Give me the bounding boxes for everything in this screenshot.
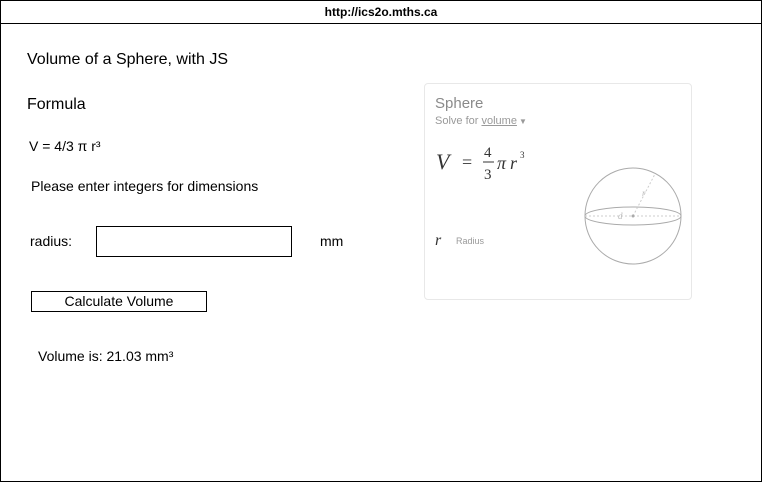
- volume-formula: V = 4 3 π r 3: [436, 145, 525, 183]
- solve-for-dropdown[interactable]: volume: [481, 115, 516, 127]
- calculate-volume-button[interactable]: Calculate Volume: [31, 291, 207, 312]
- radius-diagram-label: r: [642, 188, 646, 198]
- sphere-diagram: r d: [584, 167, 682, 265]
- formula-pi: π: [497, 153, 507, 173]
- result-text: Volume is: 21.03 mm³: [38, 348, 174, 364]
- formula-exponent: 3: [520, 150, 525, 160]
- card-title: Sphere: [435, 95, 484, 112]
- radius-label: radius:: [30, 233, 73, 249]
- formula-lhs: V: [436, 149, 452, 174]
- formula-var: r: [510, 153, 518, 173]
- formula-text: V = 4/3 π r³: [29, 138, 101, 154]
- formula-numerator: 4: [484, 145, 492, 161]
- solve-for-label: Solve for: [435, 115, 479, 127]
- unit-label: mm: [320, 233, 344, 249]
- chevron-down-icon[interactable]: ▼: [519, 117, 527, 126]
- center-point: [631, 214, 635, 218]
- formula-denominator: 3: [484, 167, 492, 183]
- formula-heading: Formula: [27, 96, 86, 113]
- card-subtitle: Solve for volume ▼: [435, 115, 527, 127]
- radius-input[interactable]: [96, 226, 292, 257]
- address-bar[interactable]: http://ics2o.mths.ca: [1, 1, 761, 24]
- instruction-text: Please enter integers for dimensions: [31, 178, 259, 194]
- variable-description: Radius: [456, 236, 485, 246]
- formula-equals: =: [462, 152, 472, 172]
- page-title: Volume of a Sphere, with JS: [27, 51, 228, 68]
- diameter-diagram-label: d: [618, 211, 623, 221]
- variable-symbol: r: [435, 232, 442, 249]
- browser-window: http://ics2o.mths.ca Volume of a Sphere,…: [0, 0, 762, 482]
- sphere-formula-card: Sphere Solve for volume ▼ V = 4 3 π r 3 r…: [424, 83, 692, 300]
